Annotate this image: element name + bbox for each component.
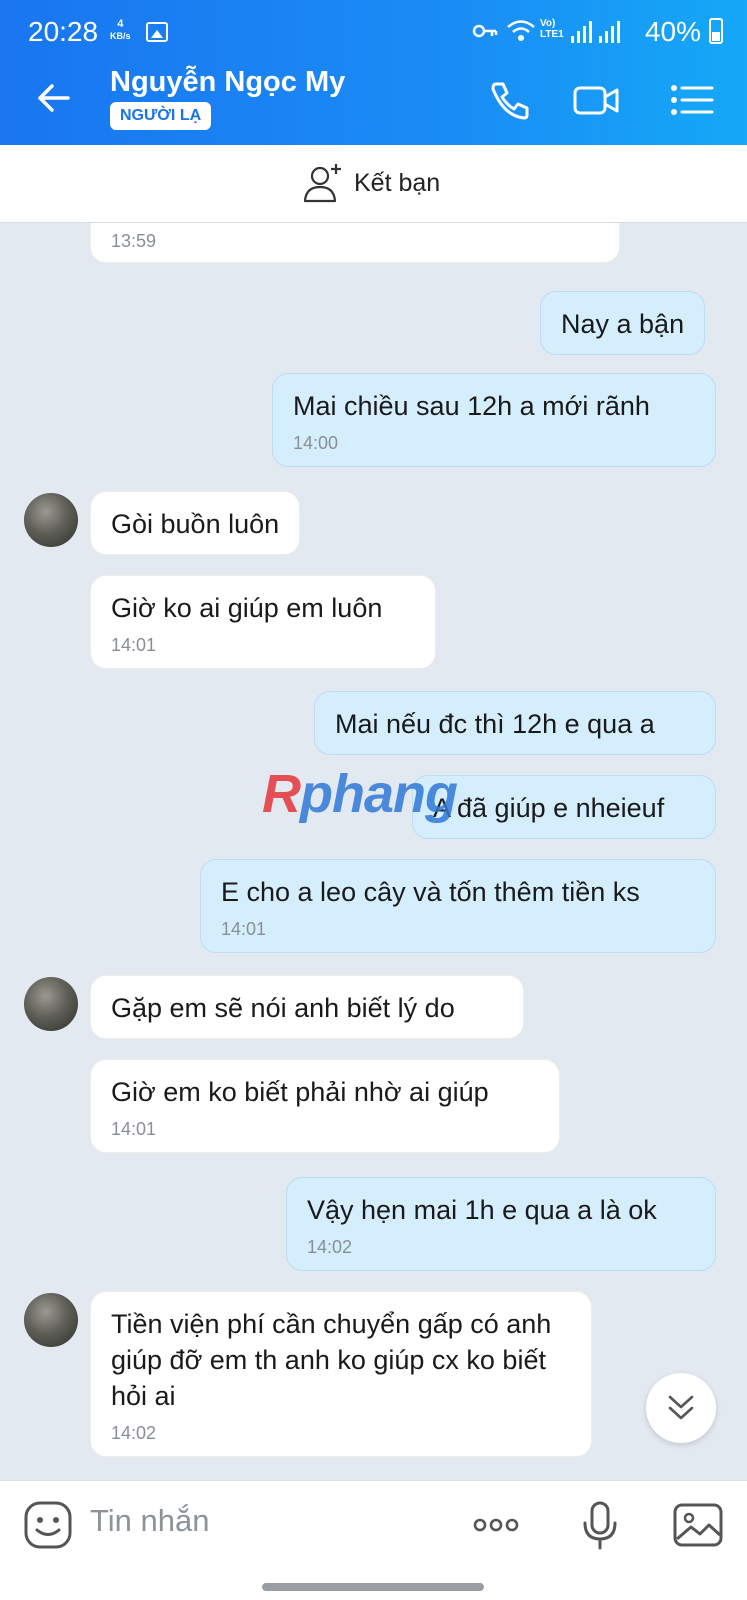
message-time: 13:59 xyxy=(111,231,157,251)
message-text: Tiền viện phí cần chuyển gấp có anh giúp… xyxy=(111,1309,552,1411)
vpn-key-icon xyxy=(472,24,498,38)
message-bubble[interactable]: A đã giúp e nheieuf xyxy=(412,775,716,839)
message-text: Mai chiều sau 12h a mới rãnh xyxy=(293,391,650,421)
message-bubble[interactable]: Gặp em sẽ nói anh biết lý do xyxy=(90,975,524,1039)
menu-list-icon[interactable] xyxy=(668,76,716,124)
back-arrow-icon[interactable] xyxy=(34,78,74,118)
message-bubble[interactable]: Gòi buồn luôn xyxy=(90,491,301,555)
phone-icon[interactable] xyxy=(486,76,534,124)
message-time: 14:00 xyxy=(293,433,339,453)
stranger-badge: NGƯỜI LẠ xyxy=(110,102,212,130)
message-text: A đã giúp e nheieuf xyxy=(433,793,665,823)
header-bar: 20:28 4 KB/s Vo) LTE1 40% Nguyễn Ngọc My… xyxy=(0,0,747,145)
home-indicator[interactable] xyxy=(262,1583,484,1591)
chevron-double-down-icon xyxy=(668,1395,694,1420)
wifi-icon xyxy=(507,20,535,41)
message-text: Gặp em sẽ nói anh biết lý do xyxy=(111,993,455,1023)
chat-area[interactable]: 13:59 Nay a bận Mai chiều sau 12h a mới … xyxy=(0,223,747,1480)
scroll-down-button[interactable] xyxy=(646,1373,716,1443)
message-bubble[interactable]: Giờ em ko biết phải nhờ ai giúp 14:01 xyxy=(90,1059,560,1153)
net-speed-unit: KB/s xyxy=(110,31,131,41)
avatar[interactable] xyxy=(24,977,78,1031)
more-dots-icon[interactable] xyxy=(470,1499,522,1551)
message-text: E cho a leo cây và tốn thêm tiền ks xyxy=(221,877,640,907)
message-bubble[interactable]: Vậy hẹn mai 1h e qua a là ok 14:02 xyxy=(286,1177,716,1271)
message-text: Nay a bận xyxy=(561,309,685,339)
contact-name[interactable]: Nguyễn Ngọc My xyxy=(110,66,345,99)
message-bubble[interactable]: Mai nếu đc thì 12h e qua a xyxy=(314,691,716,755)
message-time: 14:01 xyxy=(221,919,267,939)
add-friend-button[interactable]: Kết bạn xyxy=(302,161,440,205)
message-time: 14:02 xyxy=(307,1237,353,1257)
net-speed-value: 4 xyxy=(117,18,124,30)
battery-percent: 40% xyxy=(644,16,701,47)
add-friend-label: Kết bạn xyxy=(354,168,441,197)
image-icon[interactable] xyxy=(672,1499,724,1551)
message-bubble[interactable]: Tiền viện phí cần chuyển gấp có anh giúp… xyxy=(90,1291,592,1457)
sticker-icon[interactable] xyxy=(22,1499,74,1551)
battery-icon xyxy=(709,18,723,44)
signal-icon xyxy=(571,21,592,43)
signal-icon xyxy=(599,21,620,43)
status-bar: 20:28 4 KB/s Vo) LTE1 40% xyxy=(0,0,747,56)
message-bubble[interactable]: Giờ ko ai giúp em luôn 14:01 xyxy=(90,575,436,669)
message-text: Giờ em ko biết phải nhờ ai giúp xyxy=(111,1077,489,1107)
message-bubble[interactable]: E cho a leo cây và tốn thêm tiền ks 14:0… xyxy=(200,859,716,953)
add-friend-bar: Kết bạn xyxy=(0,145,747,223)
avatar[interactable] xyxy=(24,1293,78,1347)
message-bubble[interactable]: Nay a bận xyxy=(540,291,706,355)
message-input-bar: Tin nhắn xyxy=(0,1480,747,1600)
volte-label: Vo) LTE1 xyxy=(540,18,564,40)
message-text: Vậy hẹn mai 1h e qua a là ok xyxy=(307,1195,657,1225)
watermark-first: R xyxy=(262,764,301,824)
message-bubble[interactable]: 13:59 xyxy=(90,223,620,263)
microphone-icon[interactable] xyxy=(574,1499,626,1551)
message-input[interactable]: Tin nhắn xyxy=(90,1503,210,1539)
net-speed: 4 KB/s xyxy=(110,18,131,42)
add-friend-icon xyxy=(303,164,341,203)
watermark-logo: Rphang xyxy=(262,763,458,825)
video-call-icon[interactable] xyxy=(572,76,620,124)
avatar[interactable] xyxy=(24,493,78,547)
app-bar: Nguyễn Ngọc My NGƯỜI LẠ xyxy=(0,56,747,145)
message-time: 14:01 xyxy=(111,1119,157,1139)
message-text: Gòi buồn luôn xyxy=(111,509,280,539)
watermark-rest: phang xyxy=(300,764,458,824)
gallery-icon xyxy=(146,22,168,42)
message-bubble[interactable]: Mai chiều sau 12h a mới rãnh 14:00 xyxy=(272,373,716,467)
message-time: 14:01 xyxy=(111,635,157,655)
message-time: 14:02 xyxy=(111,1423,157,1443)
status-time: 20:28 xyxy=(28,16,99,47)
message-text: Mai nếu đc thì 12h e qua a xyxy=(335,709,655,739)
message-text: Giờ ko ai giúp em luôn xyxy=(111,593,383,623)
